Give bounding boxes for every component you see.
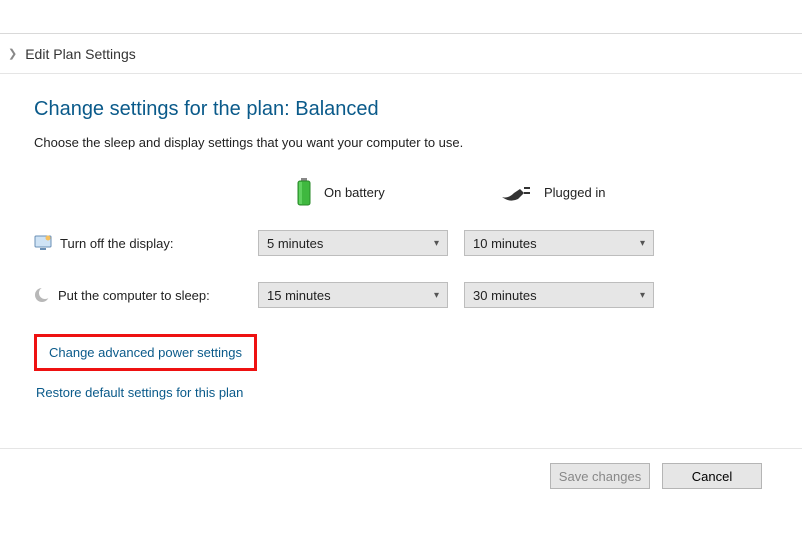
row-put-to-sleep: Put the computer to sleep: 15 minutes ▾ … [34,282,768,308]
select-sleep-battery[interactable]: 15 minutes ▾ [258,282,448,308]
breadcrumb-label: Edit Plan Settings [25,46,136,62]
breadcrumb[interactable]: ❯ Edit Plan Settings [0,34,802,74]
cancel-button[interactable]: Cancel [662,463,762,489]
select-display-battery[interactable]: 5 minutes ▾ [258,230,448,256]
links-section: Change advanced power settings Restore d… [34,334,768,400]
chevron-down-icon: ▾ [640,290,645,301]
select-display-battery-value: 5 minutes [267,236,323,251]
column-plugged-label: Plugged in [544,185,605,200]
chevron-right-icon: ❯ [8,47,17,60]
columns-header: On battery Plugged in [34,178,768,206]
select-display-plugged-value: 10 minutes [473,236,537,251]
row-label-sleep: Put the computer to sleep: [34,287,258,303]
monitor-icon [34,235,52,251]
select-display-plugged[interactable]: 10 minutes ▾ [464,230,654,256]
highlight-box: Change advanced power settings [34,334,257,371]
link-restore-defaults[interactable]: Restore default settings for this plan [34,385,245,400]
chevron-down-icon: ▾ [434,290,439,301]
display-label-text: Turn off the display: [60,236,173,251]
chevron-down-icon: ▾ [640,238,645,249]
select-sleep-plugged-value: 30 minutes [473,288,537,303]
link-advanced-power-settings[interactable]: Change advanced power settings [49,345,242,360]
column-battery-label: On battery [324,185,385,200]
column-on-battery: On battery [294,178,500,206]
row-label-display: Turn off the display: [34,235,258,251]
page-title: Change settings for the plan: Balanced [34,98,768,121]
top-bar [0,0,802,34]
moon-icon [34,287,50,303]
column-plugged-in: Plugged in [500,183,706,201]
row-turn-off-display: Turn off the display: 5 minutes ▾ 10 min… [34,230,768,256]
select-sleep-battery-value: 15 minutes [267,288,331,303]
plug-icon [500,183,534,201]
sleep-label-text: Put the computer to sleep: [58,288,210,303]
battery-icon [294,178,314,206]
page-subtitle: Choose the sleep and display settings th… [34,135,768,150]
footer: Save changes Cancel [0,448,802,489]
select-sleep-plugged[interactable]: 30 minutes ▾ [464,282,654,308]
chevron-down-icon: ▾ [434,238,439,249]
save-button: Save changes [550,463,650,489]
content-area: Change settings for the plan: Balanced C… [0,74,802,400]
